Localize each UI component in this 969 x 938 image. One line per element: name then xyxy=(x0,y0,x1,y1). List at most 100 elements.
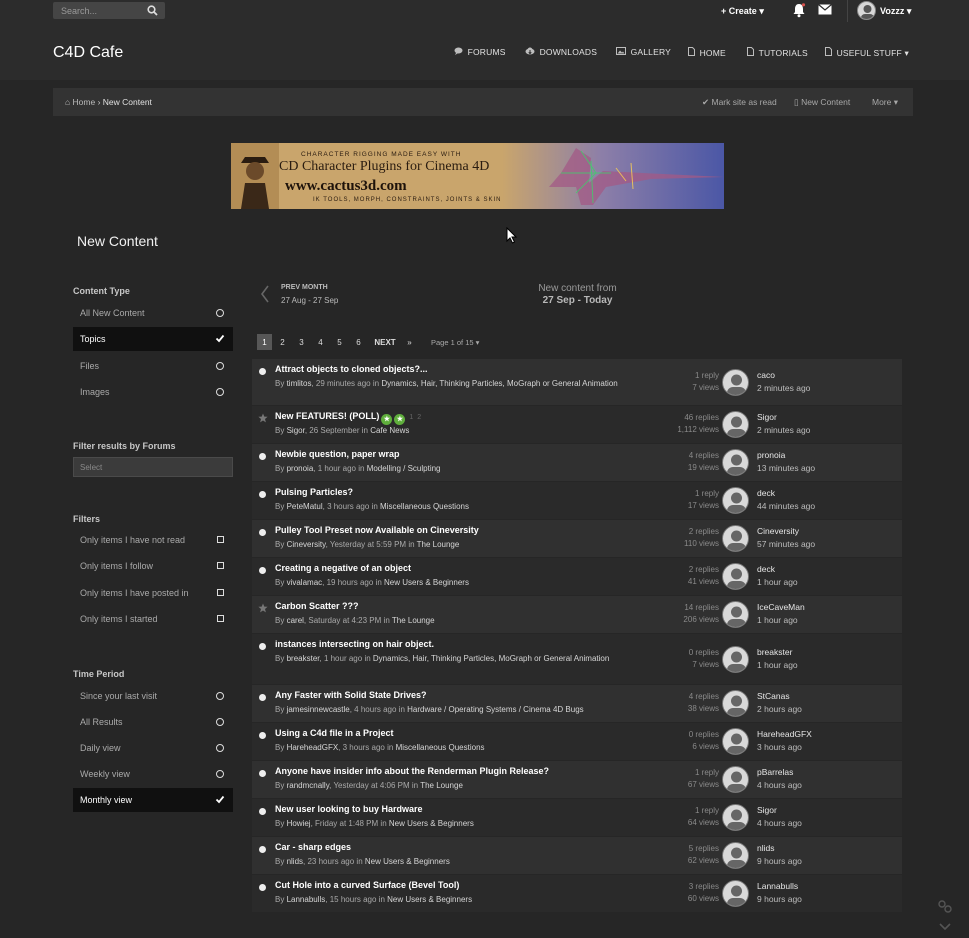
topic-forum[interactable]: New Users & Beginners xyxy=(384,578,469,587)
topic-author[interactable]: Lannabulls xyxy=(287,895,326,904)
topic-forum[interactable]: The Lounge xyxy=(392,616,435,625)
time-weekly[interactable]: Weekly view xyxy=(73,762,233,786)
nav-home[interactable]: HOME xyxy=(688,47,726,58)
topic-forum[interactable]: Dynamics, Hair, Thinking Particles, MoGr… xyxy=(373,654,609,663)
last-poster[interactable]: IceCaveMan xyxy=(757,602,805,612)
nav-downloads[interactable]: DOWNLOADS xyxy=(525,47,597,57)
page-link-1[interactable]: 1 xyxy=(257,334,272,350)
topic-forum[interactable]: The Lounge xyxy=(420,781,463,790)
filter-topics[interactable]: Topics xyxy=(73,327,233,351)
create-button[interactable]: + Create ▾ xyxy=(721,6,764,17)
filter-follow[interactable]: Only items I follow xyxy=(73,554,233,578)
new-content-link[interactable]: ▯ New Content xyxy=(794,97,850,108)
avatar[interactable] xyxy=(722,369,749,396)
user-menu[interactable]: Vozzz ▾ xyxy=(855,1,913,21)
topic-title[interactable]: Anyone have insider info about the Rende… xyxy=(275,766,549,776)
topic-row[interactable]: Using a C4d file in a Project By Harehead… xyxy=(252,723,902,760)
topic-author[interactable]: nlids xyxy=(287,857,303,866)
next-page-button[interactable]: NEXT xyxy=(371,334,399,350)
last-poster[interactable]: HareheadGFX xyxy=(757,729,812,739)
page-link-3[interactable]: 3 xyxy=(294,334,309,350)
page-link-4[interactable]: 4 xyxy=(313,334,328,350)
avatar[interactable] xyxy=(722,880,749,907)
topic-title[interactable]: Car - sharp edges xyxy=(275,842,351,852)
more-menu[interactable]: More ▾ xyxy=(872,97,898,108)
topic-author[interactable]: carel xyxy=(287,616,304,625)
topic-row[interactable]: instances intersecting on hair object. By… xyxy=(252,634,902,684)
topic-page-link[interactable]: 1 xyxy=(409,414,413,421)
nav-useful-stuff[interactable]: USEFUL STUFF ▾ xyxy=(825,47,909,59)
last-poster[interactable]: Lannabulls xyxy=(757,881,798,891)
topic-title[interactable]: Cut Hole into a curved Surface (Bevel To… xyxy=(275,880,459,890)
page-link-5[interactable]: 5 xyxy=(332,334,347,350)
topic-author[interactable]: PeteMatul xyxy=(287,502,323,511)
topic-author[interactable]: pronoia xyxy=(287,464,314,473)
topic-row[interactable]: Anyone have insider info about the Rende… xyxy=(252,761,902,798)
filter-files[interactable]: Files xyxy=(73,354,233,378)
search-input[interactable]: Search... xyxy=(53,2,165,19)
topic-author[interactable]: Sigor xyxy=(287,426,305,435)
last-poster[interactable]: pronoia xyxy=(757,450,785,460)
messages-envelope-icon[interactable] xyxy=(818,4,832,17)
avatar[interactable] xyxy=(722,804,749,831)
share-link-icon[interactable] xyxy=(937,898,953,934)
time-monthly[interactable]: Monthly view xyxy=(73,788,233,812)
topic-row[interactable]: Newbie question, paper wrap By pronoia, 1… xyxy=(252,444,902,481)
filter-started[interactable]: Only items I started xyxy=(73,607,233,631)
topic-author[interactable]: randmcnally xyxy=(287,781,330,790)
topic-title[interactable]: Creating a negative of an object xyxy=(275,563,411,573)
avatar[interactable] xyxy=(722,728,749,755)
site-title[interactable]: C4D Cafe xyxy=(53,44,123,62)
topic-title[interactable]: Attract objects to cloned objects?... xyxy=(275,364,428,374)
avatar[interactable] xyxy=(722,487,749,514)
topic-row[interactable]: Car - sharp edges By nlids, 23 hours ago … xyxy=(252,837,902,874)
topic-title[interactable]: New FEATURES! (POLL) ★ ★ 1 2 xyxy=(275,411,421,425)
time-all-results[interactable]: All Results xyxy=(73,710,233,734)
topic-forum[interactable]: Dynamics, Hair, Thinking Particles, MoGr… xyxy=(381,379,617,388)
topic-row[interactable]: Cut Hole into a curved Surface (Bevel To… xyxy=(252,875,902,912)
last-poster[interactable]: StCanas xyxy=(757,691,790,701)
last-poster[interactable]: deck xyxy=(757,488,775,498)
topic-row[interactable]: Creating a negative of an object By vival… xyxy=(252,558,902,595)
topic-forum[interactable]: The Lounge xyxy=(417,540,460,549)
time-daily[interactable]: Daily view xyxy=(73,736,233,760)
topic-page-link[interactable]: 2 xyxy=(417,414,421,421)
topic-row[interactable]: New FEATURES! (POLL) ★ ★ 1 2 By Sigor, 26 Sep… xyxy=(252,406,902,443)
avatar[interactable] xyxy=(722,690,749,717)
topic-author[interactable]: vivalamac xyxy=(287,578,323,587)
time-since-last-visit[interactable]: Since your last visit xyxy=(73,684,233,708)
avatar[interactable] xyxy=(722,563,749,590)
last-poster[interactable]: Sigor xyxy=(757,412,777,422)
last-poster[interactable]: Cineversity xyxy=(757,526,799,536)
topic-author[interactable]: timlitos xyxy=(287,379,312,388)
nav-tutorials[interactable]: TUTORIALS xyxy=(747,47,808,58)
avatar[interactable] xyxy=(722,449,749,476)
topic-author[interactable]: jamesinnewcastle xyxy=(287,705,350,714)
topic-author[interactable]: breakster xyxy=(287,654,320,663)
last-poster[interactable]: caco xyxy=(757,370,775,380)
page-link-6[interactable]: 6 xyxy=(351,334,366,350)
advertisement-banner[interactable]: CHARACTER RIGGING MADE EASY WITH CD Char… xyxy=(231,143,724,209)
topic-title[interactable]: Pulley Tool Preset now Available on Cine… xyxy=(275,525,479,535)
topic-title[interactable]: Carbon Scatter ??? xyxy=(275,601,359,611)
filter-all-new-content[interactable]: All New Content xyxy=(73,301,233,325)
topic-author[interactable]: HareheadGFX xyxy=(287,743,339,752)
last-page-icon[interactable]: » xyxy=(402,334,417,350)
topic-row[interactable]: Pulley Tool Preset now Available on Cine… xyxy=(252,520,902,557)
avatar[interactable] xyxy=(722,766,749,793)
breadcrumb-home[interactable]: ⌂ Home xyxy=(65,97,98,107)
topic-forum[interactable]: Modelling / Sculpting xyxy=(367,464,441,473)
last-poster[interactable]: breakster xyxy=(757,647,792,657)
topic-row[interactable]: Any Faster with Solid State Drives? By ja… xyxy=(252,685,902,722)
topic-title[interactable]: Newbie question, paper wrap xyxy=(275,449,400,459)
topic-forum[interactable]: New Users & Beginners xyxy=(387,895,472,904)
topic-row[interactable]: Attract objects to cloned objects?... By … xyxy=(252,359,902,405)
topic-title[interactable]: Any Faster with Solid State Drives? xyxy=(275,690,427,700)
page-link-2[interactable]: 2 xyxy=(275,334,290,350)
filter-images[interactable]: Images xyxy=(73,380,233,404)
search-icon[interactable] xyxy=(147,5,158,18)
last-poster[interactable]: deck xyxy=(757,564,775,574)
topic-author[interactable]: Cineversity xyxy=(287,540,326,549)
notifications-bell-icon[interactable] xyxy=(792,3,806,20)
avatar[interactable] xyxy=(722,411,749,438)
